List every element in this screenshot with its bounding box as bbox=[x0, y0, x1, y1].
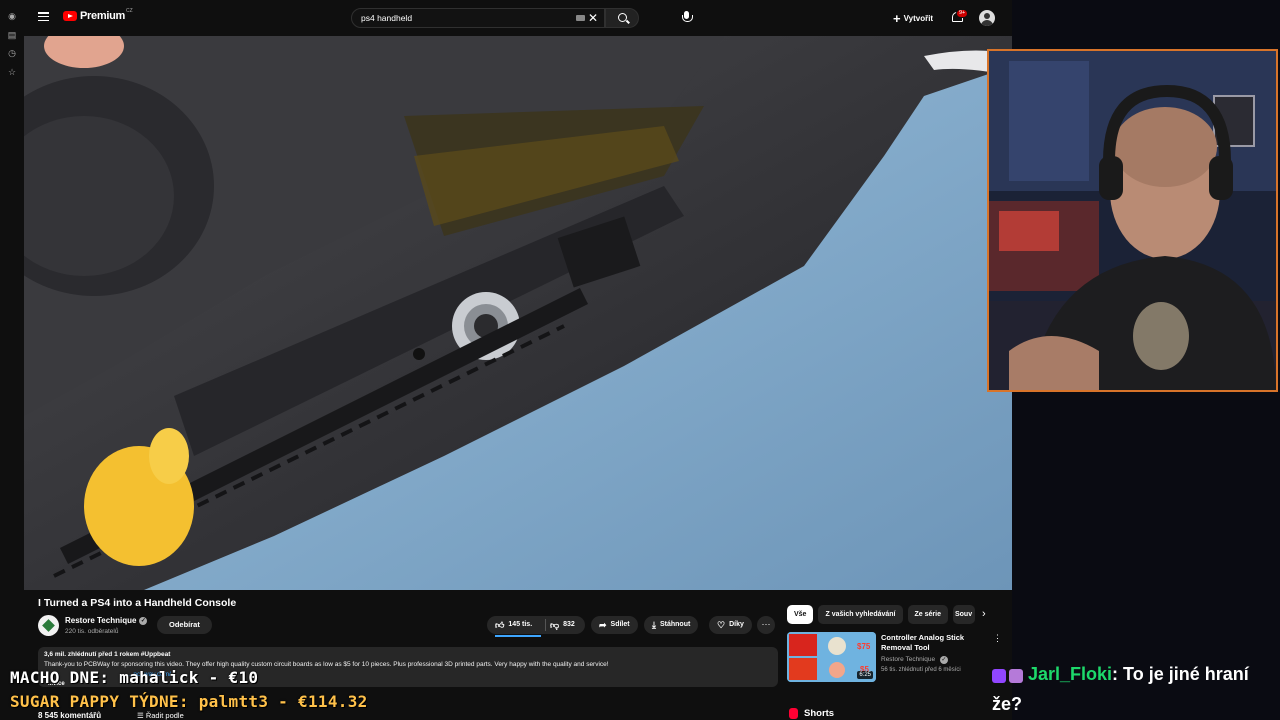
channel-name: Restore Technique bbox=[65, 616, 137, 625]
channel-avatar[interactable] bbox=[38, 615, 59, 636]
keyboard-icon[interactable] bbox=[576, 15, 585, 21]
share-icon: ➦ bbox=[599, 620, 607, 630]
recommendation-chips: Vše Z vašich vyhledávání Ze série Souv bbox=[787, 605, 980, 624]
logo-word: Premium bbox=[80, 10, 125, 22]
video-player[interactable] bbox=[24, 36, 1012, 590]
sort-icon: ☰ bbox=[137, 711, 146, 720]
clear-search-icon[interactable]: ✕ bbox=[588, 11, 598, 25]
thanks-button[interactable]: ♡ Díky bbox=[709, 616, 752, 634]
logo-region: CZ bbox=[125, 8, 133, 14]
download-button[interactable]: ⤓ Stáhnout bbox=[644, 616, 699, 634]
top-donor-day: MACHO DNE: mahalick - €10 bbox=[10, 668, 259, 687]
verified-icon: ✓ bbox=[939, 656, 948, 664]
verified-icon: ✓ bbox=[139, 616, 148, 625]
comment-count: 8 545 komentářů bbox=[38, 711, 102, 720]
thanks-icon: ♡ bbox=[717, 620, 726, 630]
library-icon[interactable]: ☆ bbox=[6, 66, 18, 78]
recommended-meta: 56 tis. zhlédnutí před 6 měsíci bbox=[881, 667, 961, 673]
home-icon[interactable]: ◉ bbox=[6, 10, 18, 22]
recommended-channel[interactable]: Restore Technique ✓ bbox=[881, 656, 948, 664]
video-duration: 6:25 bbox=[857, 671, 873, 679]
create-button[interactable]: + Vytvořit bbox=[893, 11, 933, 26]
share-button[interactable]: ➦ Sdílet bbox=[591, 616, 638, 634]
chat-username: Jarl_Floki bbox=[1028, 664, 1113, 684]
top-donor-week: SUGAR PAPPY TÝDNE: palmtt3 - €114.32 bbox=[10, 692, 368, 711]
twitch-badge-icon bbox=[992, 669, 1006, 683]
like-ratio-bar bbox=[495, 635, 541, 637]
subscribe-button[interactable]: Odebírat bbox=[157, 616, 212, 634]
chip-from-series[interactable]: Ze série bbox=[907, 605, 948, 624]
youtube-window: ◉ ▤ ◷ ☆ Premium CZ ps4 handheld ✕ + Vytvo… bbox=[0, 0, 1012, 720]
search-input[interactable]: ps4 handheld ✕ bbox=[351, 8, 605, 28]
shorts-label: Shorts bbox=[804, 708, 835, 719]
shorts-icon bbox=[789, 708, 798, 719]
like-count: 145 tis. bbox=[508, 621, 533, 628]
shorts-section-header: Shorts bbox=[789, 708, 834, 719]
download-icon: ⤓ bbox=[652, 620, 656, 630]
notifications-button[interactable]: 9+ bbox=[951, 9, 969, 23]
dislike-button[interactable]: 👎︎ 832 bbox=[550, 616, 575, 634]
search-query: ps4 handheld bbox=[361, 13, 413, 23]
voice-search-button[interactable] bbox=[680, 10, 694, 26]
chip-all[interactable]: Vše bbox=[787, 605, 814, 624]
recommended-thumbnail[interactable]: $75 $5 6:25 bbox=[787, 632, 876, 682]
sort-label: Řadit podle bbox=[145, 711, 184, 720]
like-button[interactable]: 👍︎ 145 tis. bbox=[495, 616, 532, 634]
subscriber-badge-icon bbox=[1009, 669, 1023, 683]
top-bar: Premium CZ ps4 handheld ✕ + Vytvořit 9+ bbox=[24, 0, 1012, 36]
recommended-video[interactable]: $75 $5 6:25 Controller Analog Stick Remo… bbox=[787, 632, 1009, 684]
thumb-price-top: $75 bbox=[857, 642, 871, 651]
chevron-right-icon[interactable]: › bbox=[982, 608, 986, 620]
recommended-title[interactable]: Controller Analog Stick Removal Tool bbox=[881, 633, 993, 653]
video-frame bbox=[24, 36, 1012, 590]
search-icon bbox=[618, 13, 627, 22]
history-icon[interactable]: ◷ bbox=[6, 47, 18, 59]
chat-message: Jarl_Floki: To je jiné hraní že? bbox=[992, 660, 1278, 719]
more-options-icon[interactable]: ⋮ bbox=[993, 633, 1002, 644]
youtube-logo[interactable]: Premium CZ bbox=[63, 8, 133, 22]
left-rail: ◉ ▤ ◷ ☆ bbox=[0, 0, 24, 720]
like-dislike-group: 👍︎ 145 tis. 👎︎ 832 bbox=[487, 616, 585, 637]
search-button[interactable] bbox=[605, 8, 639, 28]
dislike-count: 832 bbox=[563, 621, 575, 628]
youtube-play-icon bbox=[63, 11, 77, 21]
download-label: Stáhnout bbox=[659, 621, 691, 628]
description-text: Thank-you to PCBWay for sponsoring this … bbox=[44, 661, 609, 668]
chip-from-searches[interactable]: Z vašich vyhledávání bbox=[818, 605, 903, 624]
hamburger-menu-icon[interactable] bbox=[38, 12, 49, 22]
plus-icon: + bbox=[893, 11, 901, 26]
video-title: I Turned a PS4 into a Handheld Console bbox=[38, 597, 237, 609]
subscriber-count: 220 tis. odběratelů bbox=[65, 628, 119, 635]
view-stats: 3,6 mil. zhlédnutí před 1 rokem #Uppbeat bbox=[44, 651, 171, 658]
webcam-feed bbox=[989, 51, 1276, 390]
chip-related[interactable]: Souv bbox=[952, 605, 975, 624]
thumbs-down-icon: 👎︎ bbox=[550, 620, 560, 630]
webcam-overlay bbox=[987, 49, 1278, 392]
like-ratio-fill bbox=[495, 635, 541, 637]
channel-name-link[interactable]: Restore Technique ✓ bbox=[65, 616, 148, 625]
chat-badges bbox=[992, 661, 1028, 690]
sort-comments-button[interactable]: ☰ Řadit podle bbox=[137, 711, 184, 720]
notification-count-badge: 9+ bbox=[956, 9, 969, 18]
thanks-label: Díky bbox=[729, 621, 744, 628]
share-label: Sdílet bbox=[610, 621, 630, 628]
subscriptions-icon[interactable]: ▤ bbox=[6, 29, 18, 41]
create-label: Vytvořit bbox=[903, 14, 934, 23]
divider bbox=[545, 619, 546, 631]
more-actions-icon[interactable]: ··· bbox=[757, 616, 775, 634]
account-avatar[interactable] bbox=[979, 10, 995, 26]
thumbs-up-icon: 👍︎ bbox=[495, 620, 505, 630]
recommended-channel-name: Restore Technique bbox=[881, 656, 936, 663]
